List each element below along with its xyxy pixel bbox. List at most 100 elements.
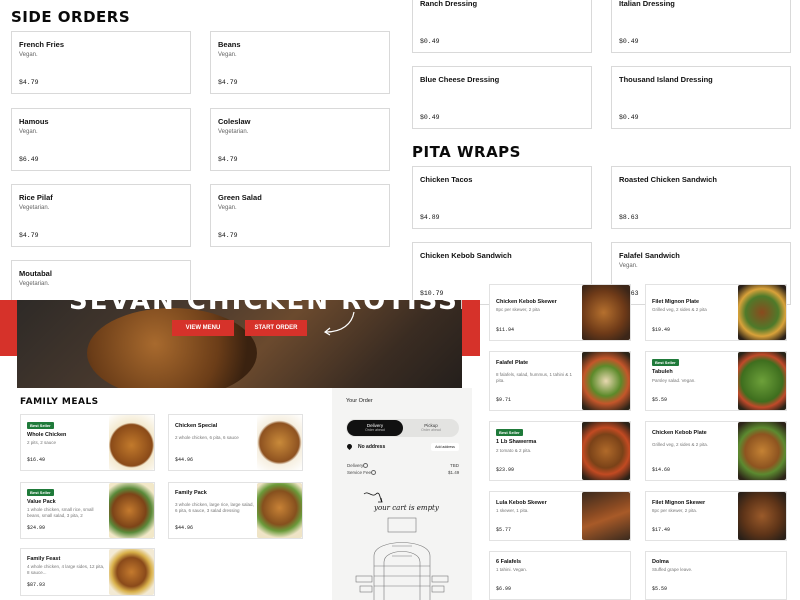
item-price: $87.93: [27, 582, 46, 588]
no-address-label: No address: [358, 444, 386, 450]
filet-mignon-plate-image: [738, 285, 786, 340]
info-icon[interactable]: [371, 470, 376, 475]
curved-arrow-icon: [323, 311, 355, 336]
menu-item-hamous[interactable]: Hamous Vegan. $6.49: [11, 108, 191, 171]
pickup-toggle-option[interactable]: Pickup Order ahead: [404, 420, 458, 436]
side-orders-title: SIDE ORDERS: [11, 8, 131, 26]
item-name: Whole Chicken: [27, 432, 67, 438]
delivery-fee-label: Delivery: [347, 463, 364, 468]
item-price: $0.49: [619, 38, 639, 45]
menu-item-thousand-island-dressing[interactable]: Thousand Island Dressing $0.49: [611, 66, 791, 129]
item-desc: 8pc per skewer, 2 pita.: [652, 508, 698, 513]
item-name: Filet Mignon Skewer: [652, 500, 706, 506]
best-seller-badge: Best Seller: [27, 489, 54, 496]
menu-item-moutabal[interactable]: Moutabal Vegetarian.: [11, 260, 191, 305]
cart-title: Your Order: [346, 398, 373, 404]
lula-kebob-image: [582, 492, 630, 540]
menu-item-roasted-chicken-sandwich[interactable]: Roasted Chicken Sandwich $8.63: [611, 166, 791, 229]
tabuleh-image: [738, 352, 786, 410]
hero-banner: SEVAN CHICKEN ROTISSERIE VIEW MENU START…: [17, 300, 462, 388]
menu-item-italian-dressing[interactable]: Italian Dressing $0.49: [611, 0, 791, 53]
menu-item-chicken-special[interactable]: Chicken Special 2 whole chicken, 6 pita,…: [168, 414, 303, 471]
item-name: Dolma: [652, 559, 669, 565]
item-name: Italian Dressing: [619, 0, 675, 8]
pita-wraps-title: PITA WRAPS: [412, 143, 521, 161]
menu-item-6-falafels[interactable]: 6 Falafels 1 tahini. Vegan. $6.99: [489, 551, 631, 600]
menu-item-filet-mignon-plate[interactable]: Filet Mignon Plate Grilled veg, 2 sides …: [645, 284, 787, 341]
item-name: Chicken Kebob Sandwich: [420, 251, 512, 260]
menu-item-1-lb-shawerma[interactable]: Best Seller 1 Lb Shawerma 2 tomato & 2 p…: [489, 421, 631, 481]
item-desc: 8 falafels, salad, hummus, 1 tahini & 1 …: [496, 372, 573, 383]
menu-item-green-salad[interactable]: Green Salad Vegan. $4.79: [210, 184, 390, 247]
menu-item-dolma[interactable]: Dolma Stuffed grape leave. $5.59: [645, 551, 787, 600]
item-name: Beans: [218, 40, 241, 49]
rotisserie-chicken-image: [109, 415, 154, 470]
item-desc: Grilled veg, 2 sides & 2 pita.: [652, 442, 709, 447]
item-name: Value Pack: [27, 499, 56, 505]
menu-item-whole-chicken[interactable]: Best Seller Whole Chicken 2 pits, 2 sauc…: [20, 414, 155, 471]
item-name: 1 Lb Shawerma: [496, 439, 537, 445]
view-menu-button[interactable]: VIEW MENU: [172, 320, 234, 336]
item-price: $4.79: [218, 156, 238, 163]
menu-item-ranch-dressing[interactable]: Ranch Dressing $0.49: [412, 0, 592, 53]
best-seller-badge: Best Seller: [652, 359, 679, 366]
item-desc: 2 whole chicken, 6 pita, 6 sauce: [175, 435, 239, 440]
item-price: $24.99: [27, 525, 46, 531]
menu-item-family-pack[interactable]: Family Pack 3 whole chicken, large rice,…: [168, 482, 303, 539]
item-price: $4.89: [420, 214, 440, 221]
item-price: $5.59: [652, 586, 668, 592]
empty-cart-text: your cart is empty: [374, 504, 439, 512]
item-desc: 3 whole chicken, large rice, large salad…: [175, 502, 254, 513]
start-order-button[interactable]: START ORDER: [245, 320, 307, 336]
menu-item-rice-pilaf[interactable]: Rice Pilaf Vegetarian. $4.79: [11, 184, 191, 247]
item-name: Moutabal: [19, 269, 52, 278]
item-price: $14.60: [652, 467, 671, 473]
service-fee-label: Service Fee: [347, 470, 372, 475]
item-name: Chicken Tacos: [420, 175, 473, 184]
menu-item-family-feast[interactable]: Family Feast 4 whole chicken, 4 large si…: [20, 548, 155, 596]
best-seller-badge: Best Seller: [27, 422, 54, 429]
menu-item-chicken-tacos[interactable]: Chicken Tacos $4.89: [412, 166, 592, 229]
menu-item-filet-mignon-skewer[interactable]: Filet Mignon Skewer 8pc per skewer, 2 pi…: [645, 491, 787, 541]
item-desc: 4 whole chicken, 4 large sides, 12 pita,…: [27, 564, 105, 575]
menu-item-tabuleh[interactable]: Best Seller Tabuleh Parsley salad. Vegan…: [645, 351, 787, 411]
add-address-button[interactable]: Add address: [431, 443, 459, 451]
item-price: $4.79: [218, 79, 238, 86]
menu-item-chicken-kebob-plate[interactable]: Chicken Kebob Plate Grilled veg, 2 sides…: [645, 421, 787, 481]
hero-title: SEVAN CHICKEN ROTISSERIE: [69, 300, 462, 316]
item-price: $0.49: [420, 114, 440, 121]
menu-item-chicken-kebob-skewer[interactable]: Chicken Kebob Skewer 8pc per skewer, 2 p…: [489, 284, 631, 341]
item-name: Family Feast: [27, 556, 61, 562]
item-price: $5.77: [496, 527, 512, 533]
item-desc: 1 tahini. Vegan.: [496, 567, 528, 572]
item-name: Ranch Dressing: [420, 0, 478, 8]
falafel-plate-image: [582, 352, 630, 410]
menu-item-falafel-plate[interactable]: Falafel Plate 8 falafels, salad, hummus,…: [489, 351, 631, 411]
delivery-toggle-option[interactable]: Delivery Order ahead: [347, 420, 403, 436]
kebob-skewer-image: [582, 285, 630, 340]
delivery-fee-value: TBD: [450, 463, 459, 468]
item-desc: 1 skewer, 1 pita.: [496, 508, 529, 513]
family-meals-title: FAMILY MEALS: [20, 397, 99, 407]
menu-item-coleslaw[interactable]: Coleslaw Vegetarian. $4.79: [210, 108, 390, 171]
menu-item-beans[interactable]: Beans Vegan. $4.79: [210, 31, 390, 94]
item-name: Chicken Kebob Skewer: [496, 299, 557, 305]
item-name: Rice Pilaf: [19, 193, 53, 202]
menu-item-french-fries[interactable]: French Fries Vegan. $4.79: [11, 31, 191, 94]
item-price: $11.94: [496, 327, 515, 333]
item-desc: Vegetarian.: [19, 205, 50, 211]
item-price: $16.49: [27, 457, 46, 463]
item-price: $4.79: [19, 232, 39, 239]
item-desc: 2 tomato & 2 pita.: [496, 448, 532, 453]
item-price: $44.96: [175, 525, 194, 531]
item-price: $6.49: [19, 156, 39, 163]
family-feast-image: [109, 549, 154, 595]
menu-item-blue-cheese-dressing[interactable]: Blue Cheese Dressing $0.49: [412, 66, 592, 129]
item-price: $6.99: [496, 586, 512, 592]
item-price: $9.71: [496, 397, 512, 403]
menu-item-value-pack[interactable]: Best Seller Value Pack 1 whole chicken, …: [20, 482, 155, 539]
info-icon[interactable]: [363, 463, 368, 468]
menu-item-lula-kebob-skewer[interactable]: Lula Kebob Skewer 1 skewer, 1 pita. $5.7…: [489, 491, 631, 541]
item-desc: Stuffed grape leave.: [652, 567, 693, 572]
service-fee-value: $1.49: [448, 470, 460, 475]
